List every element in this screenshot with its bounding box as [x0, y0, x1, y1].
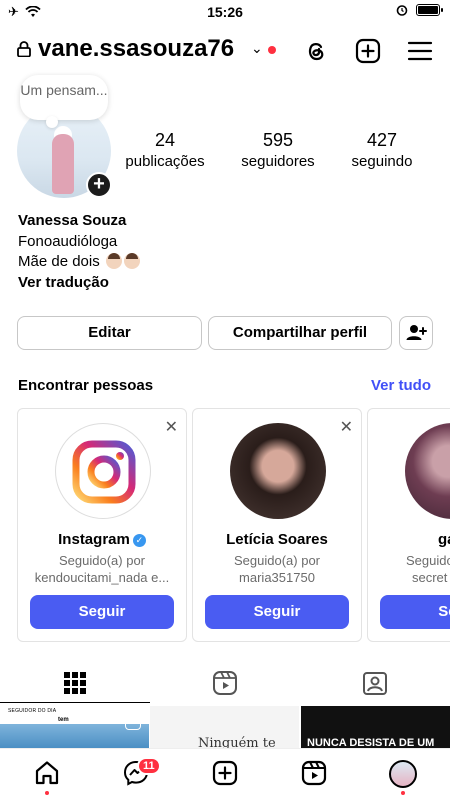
find-people-title: Encontrar pessoas [18, 377, 154, 394]
stat-following-label: seguindo [351, 153, 413, 170]
follow-button[interactable]: Seg [380, 595, 450, 629]
post-thumbnail[interactable]: Ninguém te [150, 706, 299, 748]
bio-line-1: Fonoaudióloga [18, 232, 118, 250]
tab-tagged[interactable] [300, 663, 450, 703]
account-switcher[interactable]: vane.ssasouza76 [38, 35, 234, 63]
post-caption-2: tem [58, 717, 69, 723]
profile-picture-figure [52, 134, 74, 194]
instagram-logo-icon [72, 440, 136, 504]
tab-reels[interactable] [150, 663, 300, 703]
create-icon[interactable] [211, 759, 239, 787]
bottom-navigation: 11 [0, 748, 450, 800]
note-bubble[interactable]: Um pensam... [20, 75, 108, 128]
close-icon[interactable]: ✕ [340, 417, 353, 437]
stat-posts-value: 24 [154, 130, 176, 150]
stat-following-value: 427 [366, 130, 398, 150]
alarm-icon [396, 5, 408, 16]
profile-tabs [0, 663, 450, 703]
profile-header: vane.ssasouza76 ⌄ [0, 32, 450, 72]
status-right [396, 4, 443, 16]
boy-emoji-icon [105, 253, 122, 269]
edit-profile-button[interactable]: Editar [17, 316, 202, 350]
threads-icon[interactable] [302, 37, 330, 65]
follow-button[interactable]: Seguir [205, 595, 349, 629]
suggestion-mutuals: kendoucitami_nada e... [34, 570, 170, 585]
add-story-icon[interactable]: + [86, 172, 112, 198]
stat-following[interactable]: 427 seguindo [344, 130, 420, 170]
suggestion-mutuals: maria351750 [239, 570, 315, 585]
see-translation-link[interactable]: Ver tradução [18, 273, 140, 294]
create-post-icon[interactable] [354, 37, 382, 65]
verified-badge-icon: ✓ [132, 534, 146, 547]
profile-stats: 24 publicações 595 seguidores 427 seguin… [118, 130, 440, 174]
chevron-down-icon[interactable]: ⌄ [251, 40, 263, 57]
suggestion-name: ga [438, 531, 450, 548]
suggestions-carousel[interactable]: ✕ Instagram ✓ Seguido(a) por kendoucitami… [17, 408, 450, 644]
notification-dot [268, 46, 276, 54]
boy-emoji-icon [123, 253, 140, 269]
status-time: 15:26 [207, 4, 243, 20]
active-tab-indicator [0, 701, 150, 703]
stat-followers[interactable]: 595 seguidores [228, 130, 328, 170]
home-notification-dot [45, 791, 49, 795]
stat-posts[interactable]: 24 publicações [118, 130, 212, 170]
reels-nav-icon[interactable] [300, 759, 328, 787]
profile-bio: Vanessa Souza Fonoaudióloga Mãe de dois … [18, 211, 140, 293]
tab-posts[interactable] [0, 663, 150, 703]
lock-icon [17, 41, 31, 57]
suggestion-followed-by: Seguido [406, 553, 450, 568]
follow-button[interactable]: Seguir [30, 595, 174, 629]
profile-name: Vanessa Souza [18, 212, 127, 229]
home-icon[interactable] [33, 759, 61, 787]
suggestion-name: Letícia Soares [226, 531, 328, 548]
profile-notification-dot [401, 791, 405, 795]
suggestion-avatar[interactable] [230, 423, 326, 519]
post-thumbnail[interactable]: NUNCA DESISTA DE UM [301, 706, 450, 748]
suggestion-avatar[interactable] [55, 423, 151, 519]
post-thumbnail[interactable]: SEGUIDOR DO DIA tem [0, 706, 149, 748]
reels-icon [213, 671, 237, 695]
suggestion-name: Instagram [58, 531, 130, 548]
suggestion-card[interactable]: ✕ Letícia Soares Seguido(a) por maria351… [192, 408, 362, 642]
suggestion-card[interactable]: ga Seguido secret Seg [367, 408, 450, 642]
bio-line-2: Mãe de dois [18, 253, 100, 270]
menu-icon[interactable] [406, 37, 434, 65]
suggestion-card[interactable]: ✕ Instagram ✓ Seguido(a) por kendoucitami… [17, 408, 187, 642]
post-caption: SEGUIDOR DO DIA [8, 708, 57, 714]
stat-posts-label: publicações [125, 153, 205, 170]
grid-icon [64, 672, 86, 694]
stat-followers-label: seguidores [241, 153, 315, 170]
suggestion-followed-by: Seguido(a) por [59, 553, 145, 568]
reel-indicator-icon [125, 714, 141, 730]
suggestion-avatar[interactable] [405, 423, 450, 519]
share-profile-button[interactable]: Compartilhar perfil [208, 316, 392, 350]
suggestion-followed-by: Seguido(a) por [234, 553, 320, 568]
bio-line-2-row: Mãe de dois [18, 252, 140, 273]
discover-people-button[interactable] [399, 316, 433, 350]
suggestion-mutuals: secret [412, 570, 448, 585]
add-person-icon [406, 325, 427, 340]
messages-badge: 11 [137, 757, 161, 775]
tagged-icon [363, 672, 387, 695]
status-bar: ✈ 15:26 [0, 0, 450, 24]
battery-icon [416, 4, 443, 16]
post-text: NUNCA DESISTA DE UM [307, 737, 435, 748]
suggestion-name-row: Instagram ✓ [18, 531, 186, 548]
see-all-link[interactable]: Ver tudo [371, 377, 431, 394]
profile-nav-avatar[interactable] [389, 760, 417, 788]
posts-grid: SEGUIDOR DO DIA tem Ninguém te NUNCA DES… [0, 706, 450, 748]
post-text: Ninguém te [198, 736, 276, 748]
stat-followers-value: 595 [262, 130, 294, 150]
close-icon[interactable]: ✕ [165, 417, 178, 437]
